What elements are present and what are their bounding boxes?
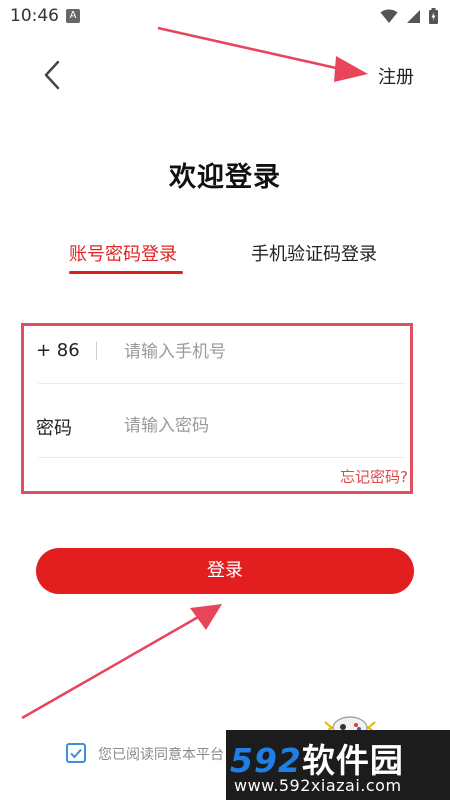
agreement-checkbox[interactable] <box>66 743 86 763</box>
tab-sms-code-login[interactable]: 手机验证码登录 <box>251 240 377 266</box>
wifi-icon <box>380 9 398 23</box>
active-tab-indicator <box>69 271 183 274</box>
chevron-left-icon <box>44 60 60 90</box>
signal-icon <box>407 9 420 23</box>
battery-icon <box>429 8 438 24</box>
field-divider <box>96 342 97 360</box>
page-title: 欢迎登录 <box>169 162 281 193</box>
watermark-url: www.592xiazai.com <box>234 776 402 795</box>
agreement-text[interactable]: 您已阅读同意本平台 <box>98 744 224 764</box>
forgot-password-link[interactable]: 忘记密码? <box>340 466 408 487</box>
status-icons <box>380 8 438 24</box>
back-button[interactable] <box>36 56 70 96</box>
watermark-number: 592 <box>230 741 302 780</box>
password-label: 密码 <box>36 418 72 439</box>
watermark-592-logo: 592软件园 www.592xiazai.com <box>226 730 450 800</box>
phone-input[interactable] <box>124 339 394 365</box>
row-separator <box>38 383 406 384</box>
row-separator <box>38 457 406 458</box>
watermark-name: 软件园 <box>301 741 404 780</box>
status-time: 10:46 <box>10 6 59 26</box>
login-form: + 86 密码 忘记密码? <box>21 323 413 494</box>
arrow-to-login-button <box>21 604 222 720</box>
status-bar: 10:46 A <box>0 0 450 32</box>
arrow-to-register <box>157 26 368 82</box>
country-code-selector[interactable]: + 86 <box>36 340 80 361</box>
register-link[interactable]: 注册 <box>378 63 414 89</box>
login-button[interactable]: 登录 <box>36 548 414 594</box>
notification-badge: A <box>66 9 80 23</box>
tab-account-password-login[interactable]: 账号密码登录 <box>69 240 177 266</box>
password-input[interactable] <box>124 413 394 439</box>
checkmark-icon <box>70 748 82 759</box>
